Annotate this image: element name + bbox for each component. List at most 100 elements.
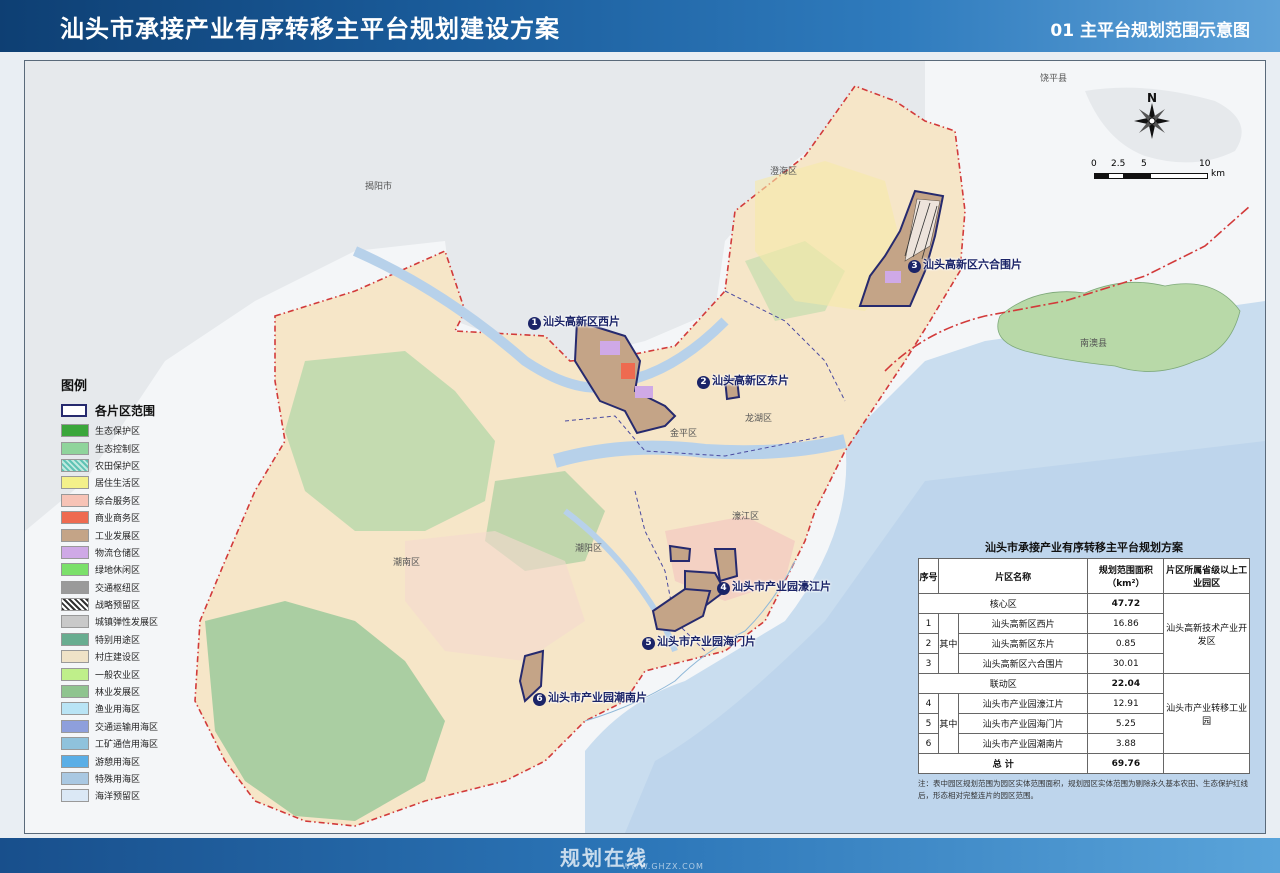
legend-label: 居住生活区 (95, 479, 141, 490)
legend-swatch (61, 754, 89, 768)
site-label-3[interactable]: 3 汕头高新区六合围片 (908, 256, 1022, 273)
legend-item: 绿地休闲区 (61, 561, 181, 578)
row-no: 4 (918, 693, 939, 714)
legend-label: 商业商务区 (95, 514, 141, 525)
core-area: 47.72 (1087, 593, 1165, 614)
legend-swatch (61, 528, 89, 542)
legend-swatch (61, 458, 89, 472)
legend-swatch (61, 685, 89, 699)
row-name: 汕头高新区西片 (957, 613, 1089, 634)
table-title: 汕头市承接产业有序转移主平台规划方案 (985, 541, 1183, 554)
site-label-2[interactable]: 2 汕头高新区东片 (697, 372, 789, 389)
legend-label: 交通运输用海区 (95, 722, 159, 733)
row-name: 汕头市产业园海门片 (957, 713, 1089, 734)
data-table: 序号 片区名称 规划范围面积（km²） 片区所属省级以上工业园区 核心区 47.… (917, 558, 1250, 774)
linked-park: 汕头市产业转移工业园 (1163, 673, 1250, 754)
table-note: 注：表中园区规划范围为园区实体范围面积，规划园区实体范围为剔除永久基本农田、生态… (918, 779, 1248, 800)
legend-label: 工矿通信用海区 (95, 740, 159, 751)
table-row: 核心区 47.72 汕头高新技术产业开发区 (917, 593, 1250, 674)
site-label-5[interactable]: 5 汕头市产业园海门片 (642, 633, 756, 650)
linked-area: 22.04 (1087, 673, 1165, 694)
legend-boundary-item: 各片区范围 (61, 400, 181, 420)
legend-swatch (61, 511, 89, 525)
site-name: 汕头市产业园海门片 (657, 635, 756, 648)
legend-label: 绿地休闲区 (95, 566, 141, 577)
legend-item: 物流仓储区 (61, 544, 181, 561)
legend-swatch (61, 789, 89, 803)
site-name: 汕头高新区西片 (543, 315, 620, 328)
legend-item: 海洋预留区 (61, 787, 181, 804)
legend-item: 工业发展区 (61, 526, 181, 543)
row-area: 3.88 (1087, 733, 1165, 754)
site-label-6[interactable]: 6 汕头市产业园潮南片 (533, 689, 647, 706)
row-no: 5 (918, 713, 939, 734)
legend-label: 交通枢纽区 (95, 583, 141, 594)
site-number-badge: 2 (697, 376, 710, 389)
core-park: 汕头高新技术产业开发区 (1163, 593, 1250, 674)
legend-item: 战略预留区 (61, 596, 181, 613)
legend-swatch (61, 632, 89, 646)
table-row: 联动区 22.04 汕头市产业转移工业园 (917, 673, 1250, 754)
legend-swatch (61, 598, 89, 612)
legend-swatch (61, 702, 89, 716)
legend-label: 战略预留区 (95, 601, 141, 612)
legend-label: 特殊用海区 (95, 775, 141, 785)
row-no: 6 (918, 733, 939, 754)
site-label-4[interactable]: 4 汕头市产业园濠江片 (717, 578, 831, 595)
header-no: 序号 (918, 558, 939, 594)
district-label: 金平区 (670, 429, 698, 439)
legend-item: 居住生活区 (61, 474, 181, 491)
legend-label: 农田保护区 (95, 461, 141, 472)
legend-label: 综合服务区 (95, 496, 141, 507)
legend-item: 工矿通信用海区 (61, 735, 181, 752)
total-area: 69.76 (1087, 753, 1165, 774)
row-name: 汕头高新区东片 (957, 633, 1089, 654)
legend-label: 村庄建设区 (95, 653, 141, 664)
legend-label: 特别用途区 (95, 635, 141, 646)
site-name: 汕头市产业园潮南片 (548, 691, 647, 704)
district-label: 揭阳市 (365, 182, 393, 192)
qizhong-cell: 其中 (937, 693, 959, 754)
legend-swatch (61, 563, 89, 577)
legend-swatch (61, 650, 89, 664)
row-no: 2 (918, 633, 939, 654)
district-label: 潮南区 (393, 558, 421, 568)
legend-swatch (61, 476, 89, 490)
scale-tick: 2.5 (1111, 159, 1126, 169)
legend-item: 游憩用海区 (61, 752, 181, 769)
compass: N (1127, 91, 1177, 141)
legend-item: 林业发展区 (61, 683, 181, 700)
row-area: 16.86 (1087, 613, 1165, 634)
compass-icon (1134, 103, 1170, 139)
site-number-badge: 1 (528, 317, 541, 330)
site-name: 汕头市产业园濠江片 (732, 580, 831, 593)
legend-label: 海洋预留区 (95, 792, 141, 803)
site-number-badge: 5 (642, 637, 655, 650)
row-name: 汕头高新区六合围片 (957, 653, 1089, 674)
legend-label: 城镇弹性发展区 (95, 618, 159, 629)
legend-label: 工业发展区 (95, 531, 141, 542)
table-row: 总 计 69.76 (917, 753, 1250, 774)
scale-tick: 10 (1199, 159, 1211, 169)
legend-item: 交通运输用海区 (61, 718, 181, 735)
total-park (1163, 753, 1250, 774)
scale-graphic (1094, 173, 1208, 179)
page-title: 汕头市承接产业有序转移主平台规划建设方案 (60, 15, 560, 43)
scale-bar: 0 2.5 5 10 km (1091, 159, 1231, 185)
header-area: 规划范围面积（km²） (1087, 558, 1165, 594)
legend-item: 生态控制区 (61, 439, 181, 456)
linked-label: 联动区 (917, 673, 1089, 694)
site-name: 汕头高新区东片 (712, 374, 789, 387)
legend-label: 生态保护区 (95, 427, 141, 438)
legend-label: 渔业用海区 (95, 705, 141, 716)
legend-swatch (61, 493, 89, 507)
site-name: 汕头高新区六合围片 (923, 258, 1022, 271)
map-legend: 图例 各片区范围 生态保护区 生态控制区 农田保护区 居住生活区 综合服务区 商业商务区工… (61, 375, 181, 805)
legend-item: 特别用途区 (61, 631, 181, 648)
row-name: 汕头市产业园潮南片 (957, 733, 1089, 754)
legend-swatch (61, 580, 89, 594)
legend-item: 村庄建设区 (61, 648, 181, 665)
header-banner: 汕头市承接产业有序转移主平台规划建设方案 01 主平台规划范围示意图 (0, 0, 1280, 52)
row-area: 5.25 (1087, 713, 1165, 734)
site-label-1[interactable]: 1 汕头高新区西片 (528, 313, 620, 330)
